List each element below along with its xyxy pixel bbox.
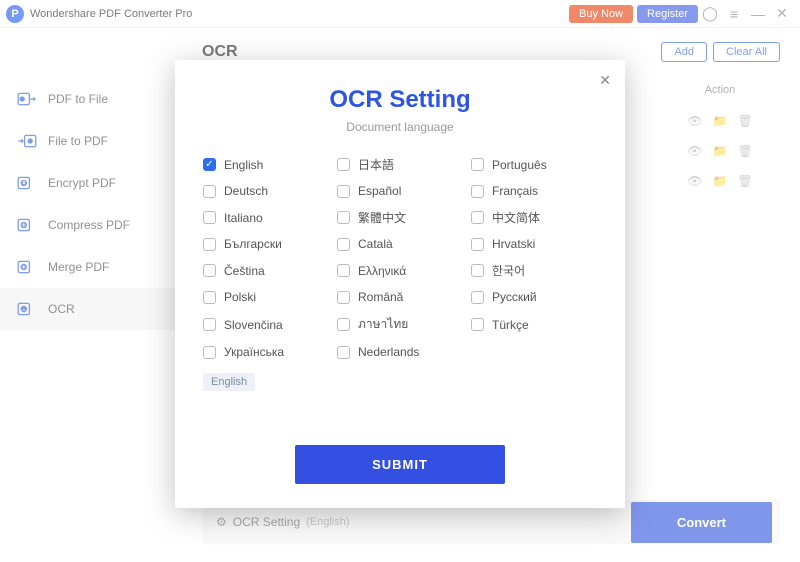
checkbox-icon bbox=[337, 158, 350, 171]
close-icon[interactable]: ✕ bbox=[599, 72, 611, 89]
language-label: Slovenčina bbox=[224, 318, 283, 332]
checkbox-icon bbox=[337, 264, 350, 277]
language-option[interactable]: Polski bbox=[203, 290, 329, 304]
language-option[interactable]: Türkçe bbox=[471, 315, 597, 334]
checkbox-icon bbox=[203, 238, 216, 251]
language-option[interactable]: 한국어 bbox=[471, 262, 597, 279]
selected-language-chip: English bbox=[203, 373, 255, 391]
language-option[interactable]: Русский bbox=[471, 290, 597, 304]
language-option[interactable]: Nederlands bbox=[337, 345, 463, 359]
checkbox-icon bbox=[337, 185, 350, 198]
checkbox-icon bbox=[471, 211, 484, 224]
language-option[interactable]: Português bbox=[471, 156, 597, 173]
language-option[interactable]: ✓ English bbox=[203, 156, 329, 173]
language-label: 繁體中文 bbox=[358, 209, 406, 226]
checkbox-icon bbox=[337, 318, 350, 331]
language-option[interactable]: 中文简体 bbox=[471, 209, 597, 226]
checkbox-icon bbox=[203, 318, 216, 331]
language-option[interactable]: Български bbox=[203, 237, 329, 251]
language-label: Română bbox=[358, 290, 403, 304]
language-label: English bbox=[224, 158, 263, 172]
language-label: Ελληνικά bbox=[358, 264, 406, 278]
language-label: 한국어 bbox=[492, 262, 525, 279]
checkbox-icon bbox=[203, 211, 216, 224]
submit-button[interactable]: SUBMIT bbox=[295, 445, 505, 484]
language-option[interactable]: Español bbox=[337, 184, 463, 198]
checkbox-icon bbox=[203, 346, 216, 359]
language-label: 中文简体 bbox=[492, 209, 540, 226]
language-grid: ✓ English 日本語 Português Deutsch Español França… bbox=[203, 156, 597, 359]
language-label: Português bbox=[492, 158, 547, 172]
language-option[interactable]: Deutsch bbox=[203, 184, 329, 198]
language-option[interactable]: Română bbox=[337, 290, 463, 304]
language-label: Български bbox=[224, 237, 282, 251]
language-option[interactable]: ภาษาไทย bbox=[337, 315, 463, 334]
checkbox-icon bbox=[203, 185, 216, 198]
checkbox-icon bbox=[471, 158, 484, 171]
language-option[interactable]: Français bbox=[471, 184, 597, 198]
ocr-setting-modal: ✕ OCR Setting Document language ✓ English… bbox=[175, 60, 625, 508]
language-option[interactable]: 繁體中文 bbox=[337, 209, 463, 226]
language-label: Español bbox=[358, 184, 401, 198]
language-label: 日本語 bbox=[358, 156, 394, 173]
modal-title: OCR Setting bbox=[203, 86, 597, 114]
checkbox-icon bbox=[471, 291, 484, 304]
language-label: Deutsch bbox=[224, 184, 268, 198]
modal-subtitle: Document language bbox=[203, 120, 597, 134]
language-label: Polski bbox=[224, 290, 256, 304]
language-label: Hrvatski bbox=[492, 237, 535, 251]
checkbox-icon bbox=[203, 264, 216, 277]
checkbox-icon bbox=[471, 185, 484, 198]
checkbox-icon: ✓ bbox=[203, 158, 216, 171]
language-label: Français bbox=[492, 184, 538, 198]
language-option[interactable]: Slovenčina bbox=[203, 315, 329, 334]
checkbox-icon bbox=[337, 291, 350, 304]
modal-overlay: ✕ OCR Setting Document language ✓ English… bbox=[0, 0, 800, 562]
language-option[interactable]: Čeština bbox=[203, 262, 329, 279]
checkbox-icon bbox=[337, 238, 350, 251]
checkbox-icon bbox=[337, 211, 350, 224]
language-option[interactable]: 日本語 bbox=[337, 156, 463, 173]
language-option[interactable]: Italiano bbox=[203, 209, 329, 226]
checkbox-icon bbox=[471, 264, 484, 277]
checkbox-icon bbox=[203, 291, 216, 304]
language-option[interactable]: Ελληνικά bbox=[337, 262, 463, 279]
checkbox-icon bbox=[471, 238, 484, 251]
checkbox-icon bbox=[337, 346, 350, 359]
language-label: Català bbox=[358, 237, 393, 251]
language-label: Nederlands bbox=[358, 345, 419, 359]
language-label: Türkçe bbox=[492, 318, 529, 332]
language-label: Українська bbox=[224, 345, 284, 359]
language-label: Italiano bbox=[224, 211, 263, 225]
language-option[interactable]: Українська bbox=[203, 345, 329, 359]
language-option[interactable]: Català bbox=[337, 237, 463, 251]
checkbox-icon bbox=[471, 318, 484, 331]
language-label: Русский bbox=[492, 290, 537, 304]
language-label: ภาษาไทย bbox=[358, 315, 408, 334]
language-option[interactable]: Hrvatski bbox=[471, 237, 597, 251]
language-label: Čeština bbox=[224, 264, 265, 278]
